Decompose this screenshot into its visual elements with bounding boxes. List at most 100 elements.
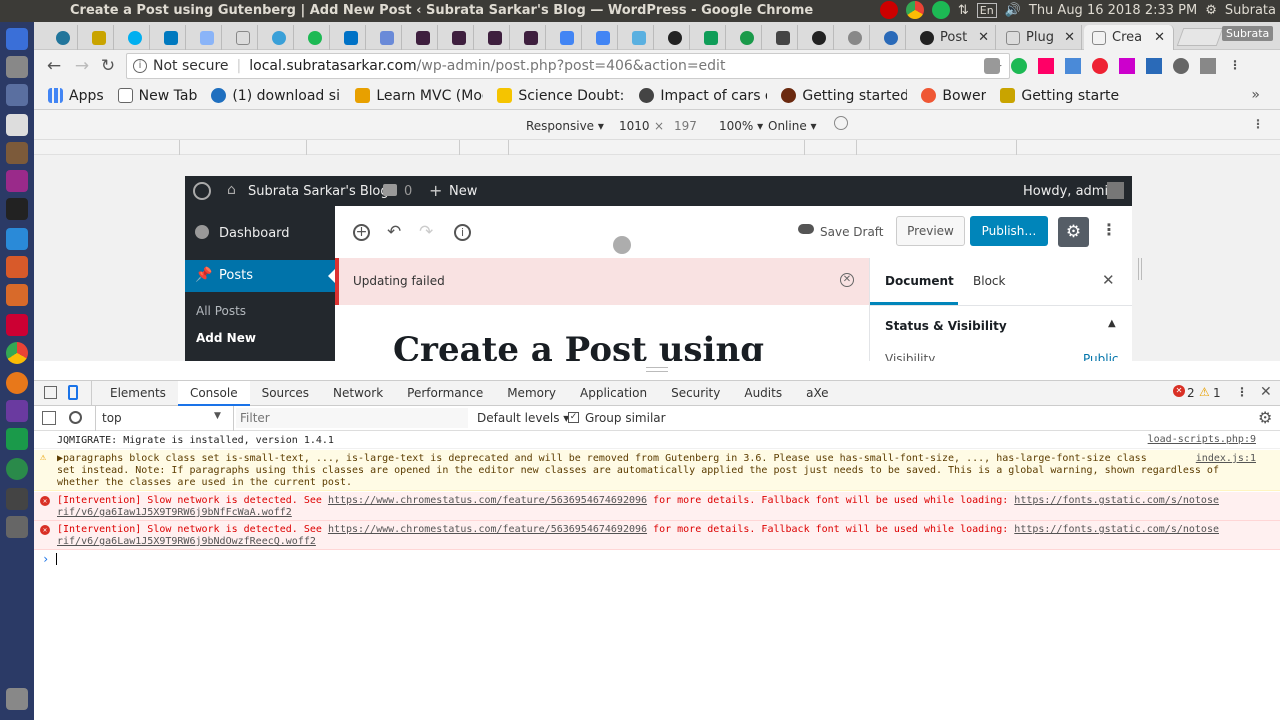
tab-create-post-active[interactable]: Crea ✕ [1084,25,1174,50]
device-mode-select[interactable]: Responsive ▾ [526,119,604,133]
tab[interactable] [192,25,222,50]
bookmark-impact-of-cars[interactable]: Impact of cars on [639,88,767,104]
launcher-app-icon[interactable] [6,314,28,336]
submenu-add-new[interactable]: Add New [196,331,256,345]
warning-count[interactable]: 1 [1213,386,1221,400]
network-throttle-select[interactable]: Online ▾ [768,119,817,133]
bookmark-bower[interactable]: Bower [921,88,986,104]
tab[interactable] [372,25,402,50]
tab-slack[interactable] [408,25,438,50]
drag-handle-icon[interactable] [646,367,668,372]
tab-slack[interactable] [480,25,510,50]
tab[interactable] [768,25,798,50]
bookmark-getting-started[interactable]: Getting started w [781,88,907,104]
devtools-tab-sources[interactable]: Sources [250,381,321,406]
tab-plugins[interactable]: Plug ✕ [998,25,1082,50]
warning-source-link[interactable]: index.js:1 [1196,453,1256,465]
chromestatus-link[interactable]: https://www.chromestatus.com/feature/563… [328,495,647,506]
sidebar-toggle-icon[interactable] [42,411,56,425]
panel-status-visibility[interactable]: Status & Visibility [885,319,1007,333]
bookmark-new-tab[interactable]: New Tab [117,88,197,104]
tab-close-icon[interactable]: ✕ [1064,30,1075,45]
launcher-files-icon[interactable] [6,56,28,78]
chromestatus-link[interactable]: https://www.chromestatus.com/feature/563… [328,524,647,535]
console-filter-input[interactable] [236,408,468,428]
menu-dashboard[interactable]: Dashboard [219,226,290,241]
launcher-firefox-icon[interactable] [6,372,28,394]
chrome-tray-icon[interactable] [905,1,924,19]
launcher-trash-icon[interactable] [6,688,28,710]
console-input[interactable] [56,553,1266,567]
comments-icon[interactable] [383,184,397,196]
tab-docs[interactable] [552,25,582,50]
bookmark-apps[interactable]: Apps [48,88,104,104]
submenu-all-posts[interactable]: All Posts [196,304,246,318]
launcher-app-icon[interactable] [6,284,28,306]
save-draft-button[interactable]: Save Draft [820,225,884,239]
font-url-link-continued[interactable]: rif/v6/ga6Law1J5X9T9RW6j9bNdOwzfReecQ.wo… [57,536,1280,548]
address-bar[interactable]: i Not secure | local.subratasarkar.com/w… [126,53,1010,79]
context-select[interactable]: top [102,411,122,425]
user-name[interactable]: Subrata [1225,3,1276,18]
tab-slack[interactable] [516,25,546,50]
tab-skype[interactable] [120,25,150,50]
error-icon[interactable]: ✕ [1173,385,1185,397]
tab-document[interactable]: Document [885,274,954,288]
log-levels-select[interactable]: Default levels ▾ [477,411,569,425]
keyboard-indicator[interactable]: En [976,2,997,18]
extension-icon[interactable] [1038,58,1054,74]
wordpress-logo-icon[interactable] [193,182,211,200]
devtools-tab-application[interactable]: Application [568,381,659,406]
font-url-link[interactable]: https://fonts.gstatic.com/s/notose [1014,495,1219,506]
font-url-link-continued[interactable]: rif/v6/ga6Iaw1J5X9T9RW6j9bNfFcWaA.woff2 [57,507,1280,519]
tab[interactable] [84,25,114,50]
tab-wordpress[interactable] [264,25,294,50]
bookmark-getting-started-2[interactable]: Getting started - [1000,88,1120,104]
console-settings-gear-icon[interactable]: ⚙ [1258,408,1272,427]
extension-icon[interactable] [1065,58,1081,74]
preview-button[interactable]: Preview [896,216,965,246]
devtools-tab-console[interactable]: Console [177,381,250,406]
network-arrows-icon[interactable]: ⇅ [958,3,969,18]
launcher-app-icon[interactable] [6,256,28,278]
notice-dismiss-icon[interactable]: ✕ [840,273,854,287]
recorder-icon[interactable] [879,1,898,19]
undo-icon[interactable]: ↶ [387,222,401,242]
clear-console-icon[interactable] [69,411,82,424]
info-icon[interactable]: i [133,59,147,73]
launcher-editor-icon[interactable] [6,114,28,136]
chevron-up-icon[interactable]: ▲ [1108,318,1116,329]
rotate-icon[interactable] [834,116,848,130]
launcher-app-icon[interactable] [6,428,28,450]
bookmarks-overflow-icon[interactable]: » [1251,87,1260,103]
launcher-phpstorm-icon[interactable] [6,170,28,192]
tab-outlook[interactable] [336,25,366,50]
launcher-dash-icon[interactable] [6,28,28,50]
menu-posts-active[interactable]: 📌 Posts [185,260,336,292]
tab[interactable] [732,25,762,50]
extension-icon[interactable] [1119,58,1135,74]
tab-sheets[interactable] [696,25,726,50]
font-url-link[interactable]: https://fonts.gstatic.com/s/notose [1014,524,1219,535]
warning-icon[interactable]: ⚠ [1199,385,1210,399]
tab[interactable] [624,25,654,50]
devtools-tab-network[interactable]: Network [321,381,395,406]
devtools-tab-performance[interactable]: Performance [395,381,495,406]
close-sidebar-icon[interactable]: ✕ [1102,271,1115,289]
plus-icon[interactable]: + [429,181,442,200]
site-name-link[interactable]: Subrata Sarkar's Blog [248,184,389,199]
devtools-tab-axe[interactable]: aXe [794,381,840,406]
new-content-link[interactable]: New [449,184,477,199]
volume-icon[interactable]: 🔊 [1005,3,1021,18]
tab-docs[interactable] [588,25,618,50]
redo-icon[interactable]: ↷ [419,222,433,242]
new-tab-button[interactable] [1176,28,1224,46]
tab[interactable] [300,25,330,50]
avatar[interactable] [1107,182,1124,199]
tab-close-icon[interactable]: ✕ [1154,30,1165,45]
post-title[interactable]: Create a Post using [393,330,764,361]
launcher-app-icon[interactable] [6,516,28,538]
launcher-app-icon[interactable] [6,84,28,106]
publish-button[interactable]: Publish… [970,216,1048,246]
devtools-tab-security[interactable]: Security [659,381,732,406]
